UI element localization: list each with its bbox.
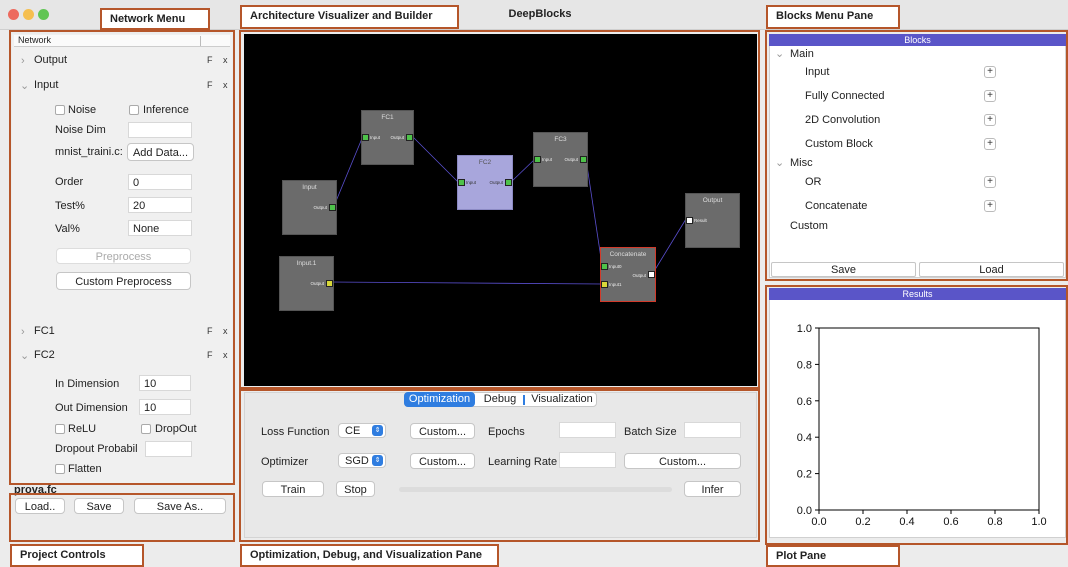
architecture-zone (239, 30, 760, 389)
callout-plot-pane: Plot Pane (766, 545, 900, 567)
optimization-zone (239, 389, 760, 542)
callout-optimization-pane: Optimization, Debug, and Visualization P… (240, 544, 499, 567)
plot-pane-zone (765, 285, 1068, 545)
callout-network-menu: Network Menu (100, 8, 210, 30)
callout-project-controls: Project Controls (10, 544, 144, 567)
callout-architecture: Architecture Visualizer and Builder (240, 5, 459, 29)
callout-blocks-menu: Blocks Menu Pane (766, 5, 900, 29)
blocks-menu-zone (765, 30, 1068, 281)
